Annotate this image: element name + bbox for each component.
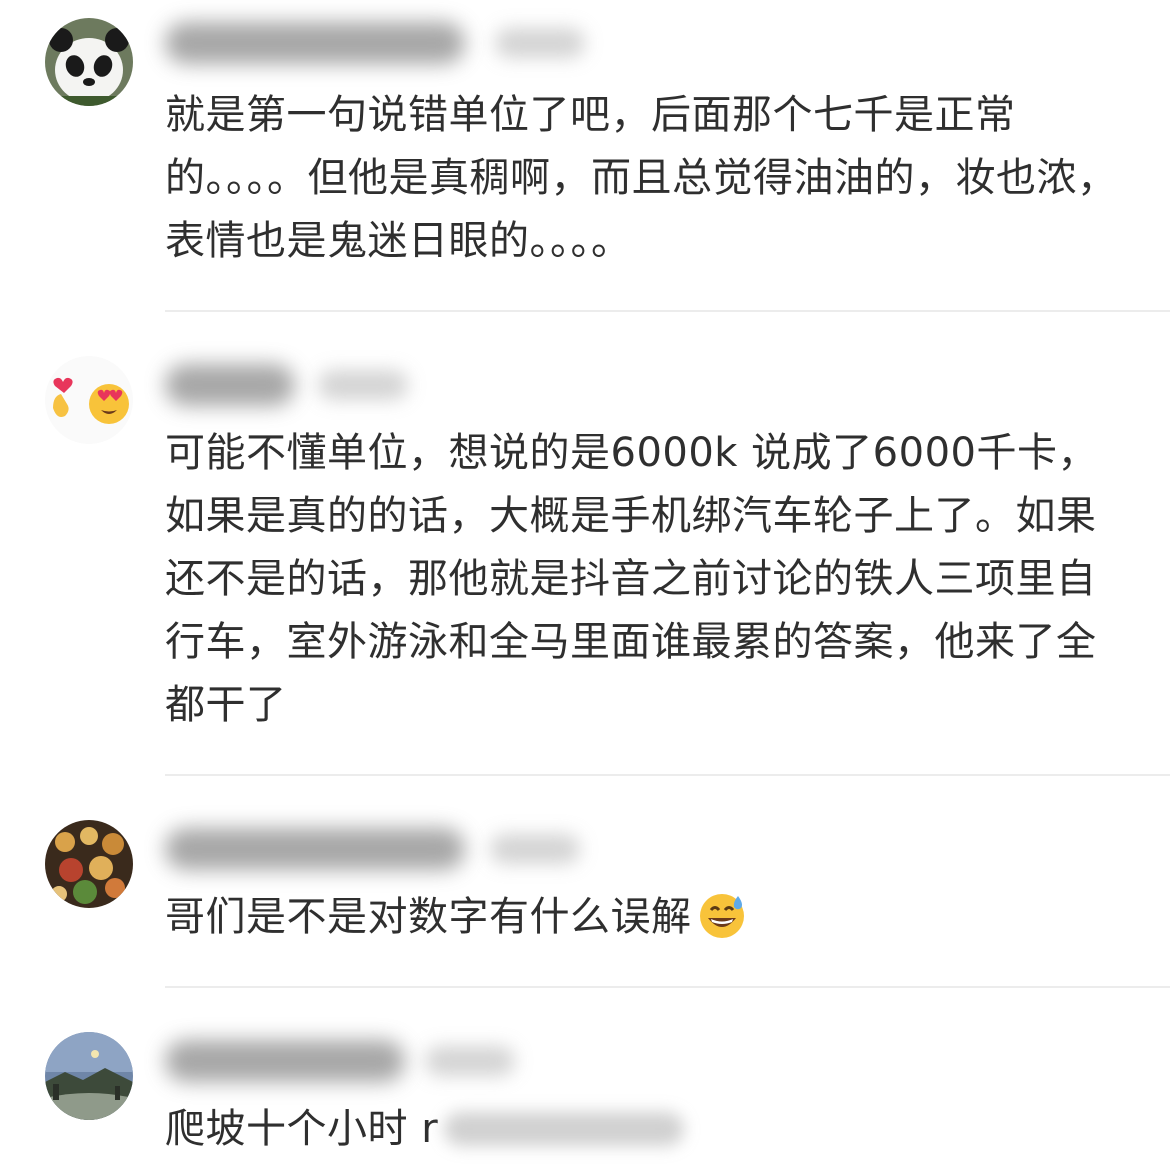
landscape-avatar-icon[interactable] <box>45 1032 133 1120</box>
panda-avatar-icon[interactable] <box>45 18 133 106</box>
comment-item: 爬坡十个小时 r <box>0 988 1170 1165</box>
grinning-sweat-emoji-icon <box>696 888 748 940</box>
username-redacted[interactable] <box>165 22 465 64</box>
timestamp-redacted <box>425 1046 515 1076</box>
username-redacted[interactable] <box>165 1040 405 1082</box>
timestamp-redacted <box>318 370 408 400</box>
username-redacted[interactable] <box>165 364 295 406</box>
emoji-heart-avatar-icon[interactable] <box>45 356 133 444</box>
food-avatar-icon[interactable] <box>45 820 133 908</box>
comment-item: 就是第一句说错单位了吧，后面那个七千是正常的。。。。但他是真稠啊，而且总觉得油油… <box>0 0 1170 312</box>
comment-text-content: 爬坡十个小时 r <box>165 1106 439 1152</box>
timestamp-redacted <box>495 28 585 58</box>
comment-text: 可能不懂单位，想说的是6000k 说成了6000千卡，如果是真的的话，大概是手机… <box>165 430 1098 728</box>
comment-text: 爬坡十个小时 r <box>165 1098 1125 1161</box>
comment-text: 就是第一句说错单位了吧，后面那个七千是正常的。。。。但他是真稠啊，而且总觉得油油… <box>165 92 1118 264</box>
comment-text: 哥们是不是对数字有什么误解 <box>165 886 1125 949</box>
timestamp-redacted <box>490 834 580 864</box>
comment-item: 哥们是不是对数字有什么误解 <box>0 776 1170 988</box>
username-redacted[interactable] <box>165 828 465 870</box>
comment-text-content: 哥们是不是对数字有什么误解 <box>165 894 692 940</box>
comment-item: 可能不懂单位，想说的是6000k 说成了6000千卡，如果是真的的话，大概是手机… <box>0 312 1170 774</box>
watermark-redacted <box>444 1112 685 1146</box>
